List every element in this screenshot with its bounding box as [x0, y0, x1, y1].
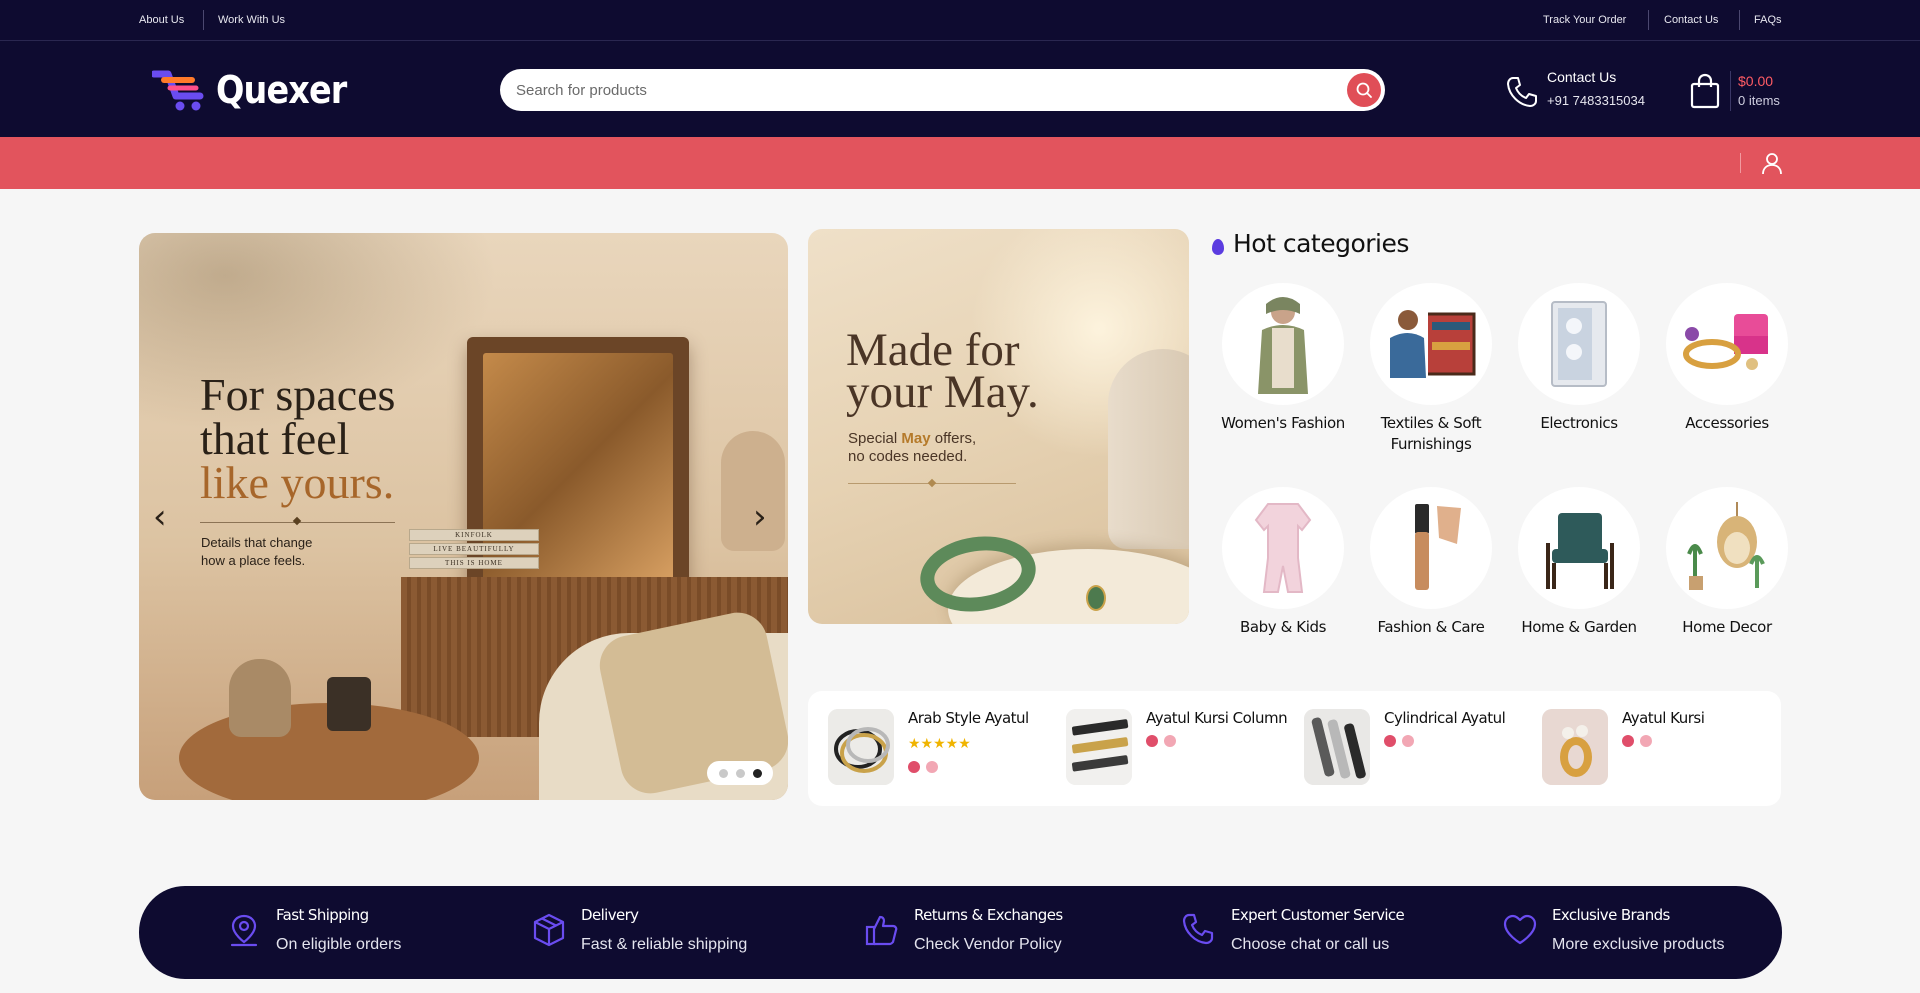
product-thumbnail[interactable]: [1304, 709, 1370, 785]
product-thumbnail[interactable]: [1542, 709, 1608, 785]
search-bar: [500, 69, 1385, 111]
product-thumbnail[interactable]: [1066, 709, 1132, 785]
promo-banner[interactable]: Made for your May. Special May offers, no…: [808, 229, 1189, 624]
phone-icon: [1182, 913, 1214, 945]
divider: [1648, 10, 1649, 30]
cart-total: $0.00: [1738, 73, 1774, 89]
pendant-image: [1086, 585, 1106, 611]
jewelry-box-icon: [1666, 283, 1788, 405]
track-order-link[interactable]: Track Your Order: [1543, 14, 1626, 26]
phone-icon: [1507, 77, 1537, 107]
contact-phone: +91 7483315034: [1547, 93, 1645, 108]
about-us-link[interactable]: About Us: [139, 14, 184, 26]
slider-dot-active[interactable]: [752, 768, 762, 778]
pc-case-icon: [1518, 283, 1640, 405]
swatch[interactable]: [1146, 735, 1158, 747]
cosmetic-tube-icon: [1370, 487, 1492, 609]
promo-subtitle: Special May offers, no codes needed.: [848, 430, 977, 465]
slider-prev-arrow[interactable]: ‹: [153, 497, 167, 537]
diamond-ornament: [927, 478, 937, 488]
product-card[interactable]: Arab Style Ayatul ★★★★★: [828, 709, 1058, 789]
swatch[interactable]: [1622, 735, 1634, 747]
slider-dots: [707, 761, 773, 785]
swatch[interactable]: [1164, 735, 1176, 747]
top-bar: About Us Work With Us Track Your Order C…: [0, 0, 1920, 41]
category-fashion-care[interactable]: Fashion & Care: [1357, 487, 1505, 638]
category-womens-fashion[interactable]: Women's Fashion: [1209, 283, 1357, 434]
rating-stars: ★★★★★: [908, 735, 971, 751]
heart-icon: [1503, 914, 1537, 945]
swatch[interactable]: [1402, 735, 1414, 747]
product-card[interactable]: Ayatul Kursi Column: [1066, 709, 1296, 789]
nav-band: [0, 137, 1920, 189]
box-icon: [533, 913, 565, 947]
thumbs-up-icon: [865, 915, 898, 946]
drop-icon: [1212, 239, 1224, 255]
category-home-decor[interactable]: Home Decor: [1653, 487, 1801, 638]
slider-dot[interactable]: [735, 768, 745, 778]
product-card[interactable]: Ayatul Kursi: [1542, 709, 1772, 789]
vase-image: [1108, 349, 1189, 549]
color-swatches: [1384, 735, 1414, 747]
divider: [1739, 10, 1740, 30]
baby-onesie-icon: [1222, 487, 1344, 609]
slider-dot[interactable]: [718, 768, 728, 778]
features-band: Fast Shipping On eligible orders Deliver…: [139, 886, 1782, 979]
logo[interactable]: Quexer: [152, 65, 364, 115]
search-icon: [1356, 82, 1372, 98]
hot-categories: Hot categories Women's Fashion Textiles …: [1209, 229, 1788, 669]
swatch[interactable]: [1640, 735, 1652, 747]
faqs-link[interactable]: FAQs: [1754, 14, 1782, 26]
woman-fashion-icon: [1222, 283, 1344, 405]
color-swatches: [1146, 735, 1176, 747]
small-vase: [229, 659, 291, 737]
hero-subtitle: Details that change how a place feels.: [201, 535, 313, 568]
hero-headline: For spaces that feel like yours.: [200, 369, 396, 508]
contact-us-link[interactable]: Contact Us: [1664, 14, 1718, 26]
search-input[interactable]: [516, 69, 1316, 111]
cart-item-count: 0 items: [1738, 93, 1780, 108]
shopping-bag-icon: [1690, 73, 1720, 109]
swatch[interactable]: [926, 761, 938, 773]
hero-slider[interactable]: KINFOLK LIVE BEAUTIFULLY THIS IS HOME Fo…: [139, 233, 788, 800]
logo-text: Quexer: [216, 68, 347, 112]
hanging-chair-icon: [1666, 487, 1788, 609]
product-strip: Arab Style Ayatul ★★★★★ Ayatul Kursi Col…: [808, 691, 1781, 806]
category-home-garden[interactable]: Home & Garden: [1505, 487, 1653, 638]
hot-categories-title: Hot categories: [1233, 229, 1409, 258]
book-stack: KINFOLK LIVE BEAUTIFULLY THIS IS HOME: [409, 529, 539, 573]
textile-weaver-icon: [1370, 283, 1492, 405]
product-thumbnail[interactable]: [828, 709, 894, 785]
account-button[interactable]: [1760, 151, 1784, 180]
slider-next-arrow[interactable]: ›: [753, 497, 767, 537]
category-electronics[interactable]: Electronics: [1505, 283, 1653, 434]
search-button[interactable]: [1347, 73, 1381, 107]
category-textiles[interactable]: Textiles & Soft Furnishings: [1357, 283, 1505, 455]
cart-logo-icon: [152, 70, 204, 111]
work-with-us-link[interactable]: Work With Us: [218, 14, 285, 26]
candle: [327, 677, 371, 731]
diamond-ornament: [292, 516, 302, 526]
divider: [203, 10, 204, 30]
contact-label: Contact Us: [1547, 69, 1617, 85]
user-icon: [1762, 153, 1782, 175]
divider: [1730, 71, 1731, 111]
map-pin-icon: [230, 914, 258, 947]
color-swatches: [908, 761, 938, 773]
promo-title: Made for your May.: [846, 324, 1039, 418]
color-swatches: [1622, 735, 1652, 747]
category-baby-kids[interactable]: Baby & Kids: [1209, 487, 1357, 638]
product-card[interactable]: Cylindrical Ayatul: [1304, 709, 1534, 789]
swatch[interactable]: [908, 761, 920, 773]
armchair-icon: [1518, 487, 1640, 609]
category-accessories[interactable]: Accessories: [1653, 283, 1801, 434]
divider: [1740, 153, 1741, 173]
swatch[interactable]: [1384, 735, 1396, 747]
main-header: Quexer Contact Us +91 7483315034 $0.00 0…: [0, 41, 1920, 137]
